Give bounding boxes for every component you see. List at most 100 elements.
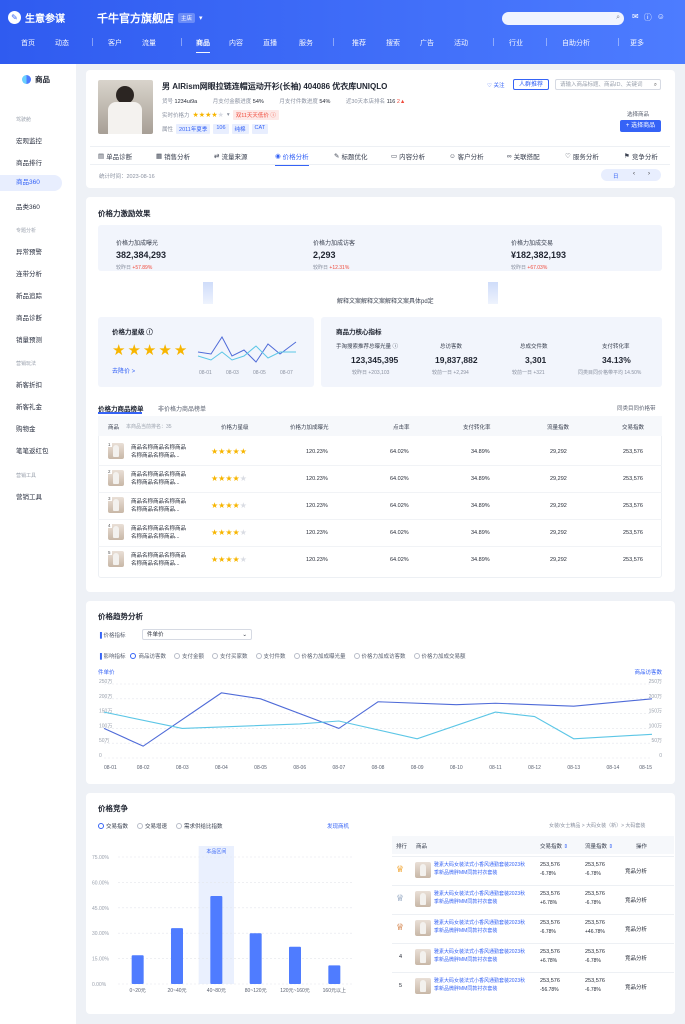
tab-4[interactable]: ✎ 标题优化 [334,151,367,161]
bar[interactable] [328,965,341,984]
radio-icon[interactable] [137,823,144,829]
competition-option[interactable]: 交易指数 [98,823,128,830]
radio-icon[interactable] [173,653,180,659]
sidebar-item[interactable]: 商品360 [0,175,62,191]
competitor-analysis-link[interactable]: 竞品分析 [625,925,647,933]
mail-icon[interactable]: ✉ [632,12,639,23]
sidebar-item[interactable]: 购物金 [16,423,36,433]
crowd-recommend-button[interactable]: 人群推荐 [513,79,549,90]
tab-7[interactable]: ∞ 关联搭配 [507,151,540,162]
discover-opportunity-link[interactable]: 发现商机 [327,822,349,830]
tab-6[interactable]: ☺ 客户分析 [449,151,484,162]
competition-option[interactable]: 需求供给比指数 [176,823,223,830]
user-icon[interactable]: ☺ [657,12,665,23]
tab-1[interactable]: ▦ 销售分析 [156,151,190,161]
sidebar-item[interactable]: 笔笔返红包 [16,445,49,455]
price-indicator-select[interactable]: 件单价 ⌄ [142,629,252,640]
tab-5[interactable]: ▭ 内容分析 [391,151,425,161]
competition-option[interactable]: 交易增速 [137,823,167,830]
tab-3[interactable]: ◉ 价格分析 [275,151,309,166]
search-icon[interactable]: ⌕ [616,14,620,22]
nav-item[interactable]: 推荐 [352,38,366,48]
radio-icon[interactable] [98,823,104,829]
sidebar-item[interactable]: 新客礼金 [16,401,42,411]
sidebar-item[interactable]: 商品排行 [16,157,42,167]
sidebar-item[interactable]: 新客折扣 [16,379,42,389]
competition-product-name[interactable]: 雅素大码女装法式小香风通勤套装2023秋季新品微胖MM同款衬衣套装 [434,891,530,906]
sidebar-item[interactable]: 营销工具 [16,491,42,501]
competition-col-header[interactable]: 流量指数 ⇕ [585,842,613,850]
competitor-analysis-link[interactable]: 竞品分析 [625,867,647,875]
ranking-product-name[interactable]: 商品名称商品名称商品名称商品名称商品... [131,444,189,460]
bar[interactable] [249,933,262,984]
bar[interactable] [210,895,223,984]
competitor-analysis-link[interactable]: 竞品分析 [625,954,647,962]
shop-switcher[interactable]: 千牛官方旗舰店 主店 ▾ [97,10,203,26]
product-image[interactable] [98,80,153,134]
competition-product-name[interactable]: 雅素大码女装法式小香风通勤套装2023秋季新品微胖MM同款衬衣套装 [434,949,530,964]
radio-icon[interactable] [353,653,360,659]
ranking-product-name[interactable]: 商品名称商品名称商品名称商品名称商品... [131,525,189,541]
influence-option[interactable]: 价格力加成曝光量 [293,653,346,660]
radio-icon[interactable] [255,653,262,659]
competition-product-name[interactable]: 雅素大码女装法式小香风通勤套装2023秋季新品微胖MM同款衬衣套装 [434,862,530,877]
chevron-left-icon[interactable]: ‹ [633,171,635,177]
select-product-button[interactable]: + 选择商品 [620,120,661,132]
nav-item[interactable]: 广告 [420,38,434,48]
sidebar-item[interactable]: 宏观监控 [16,135,42,145]
sidebar-item[interactable]: 新品追踪 [16,290,42,300]
influence-option[interactable]: 支付金额 [173,653,204,660]
sidebar-item[interactable]: 异常预警 [16,246,42,256]
sidebar-item[interactable]: 销量预测 [16,334,42,344]
nav-item[interactable]: 动态 [55,38,69,48]
influence-option[interactable]: 价格力加成访客数 [353,653,406,660]
radio-icon[interactable] [293,653,300,659]
bar[interactable] [171,928,183,984]
sort-icon[interactable]: ⇕ [562,844,569,850]
sidebar-item[interactable]: 品类360 [16,201,40,211]
tab-0[interactable]: ▤ 单品诊断 [98,151,132,161]
radio-icon[interactable] [413,653,420,659]
same-category-link[interactable]: 同类目同价格带 [617,404,656,412]
radio-icon[interactable] [130,653,137,659]
competitor-analysis-link[interactable]: 竞品分析 [625,896,647,904]
nav-item[interactable]: 直播 [263,38,277,48]
brand-logo[interactable]: ✎ 生意参谋 [8,10,65,25]
competition-product-name[interactable]: 雅素大码女装法式小香风通勤套装2023秋季新品微胖MM同款衬衣套装 [434,978,530,993]
radio-icon[interactable] [176,823,183,829]
influence-option[interactable]: 支付买家数 [211,653,248,660]
competitor-analysis-link[interactable]: 竞品分析 [625,983,647,991]
nav-item[interactable]: 内容 [229,38,243,48]
tab-non-price-power-ranking[interactable]: 非价格力商品榜单 [158,404,206,413]
nav-item[interactable]: 自助分析 [562,38,590,48]
influence-option[interactable]: 支付件数 [255,653,286,660]
nav-item[interactable]: 行业 [509,38,523,48]
nav-item[interactable]: 客户 [108,38,122,48]
reduce-price-link[interactable]: 去降价 > [112,366,135,375]
sidebar-item[interactable]: 商品诊断 [16,312,42,322]
bar[interactable] [289,946,301,984]
radio-icon[interactable] [211,653,218,659]
ranking-product-name[interactable]: 商品名称商品名称商品名称商品名称商品... [131,471,189,487]
ranking-product-name[interactable]: 商品名称商品名称商品名称商品名称商品... [131,498,189,514]
sidebar-item[interactable]: 连带分析 [16,268,42,278]
product-search-input[interactable]: 请输入商品标题、商品ID、关键词 ⌕ [555,79,661,90]
global-search-input[interactable]: ⌕ [502,12,624,25]
nav-item[interactable]: 活动 [454,38,468,48]
help-icon[interactable]: ⓘ [644,12,652,23]
influence-option[interactable]: 价格力加成交易额 [413,653,466,660]
period-day-button[interactable]: 日 [613,172,619,180]
competition-col-header[interactable]: 交易指数 ⇕ [540,842,568,850]
nav-item[interactable]: 流量 [142,38,156,48]
ranking-product-name[interactable]: 商品名称商品名称商品名称商品名称商品... [131,552,189,568]
influence-option[interactable]: 商品访客数 [130,653,166,660]
tab-9[interactable]: ⚑ 竞争分析 [624,151,658,161]
tab-8[interactable]: ♡ 服务分析 [565,151,599,161]
nav-item[interactable]: 商品 [196,38,210,53]
nav-item[interactable]: 首页 [21,38,35,48]
nav-item[interactable]: 服务 [299,38,313,48]
competition-product-name[interactable]: 雅素大码女装法式小香风通勤套装2023秋季新品微胖MM同款衬衣套装 [434,920,530,935]
nav-item[interactable]: 搜索 [386,38,400,48]
nav-item[interactable]: 更多 [630,38,644,48]
sort-icon[interactable]: ⇕ [607,844,614,850]
